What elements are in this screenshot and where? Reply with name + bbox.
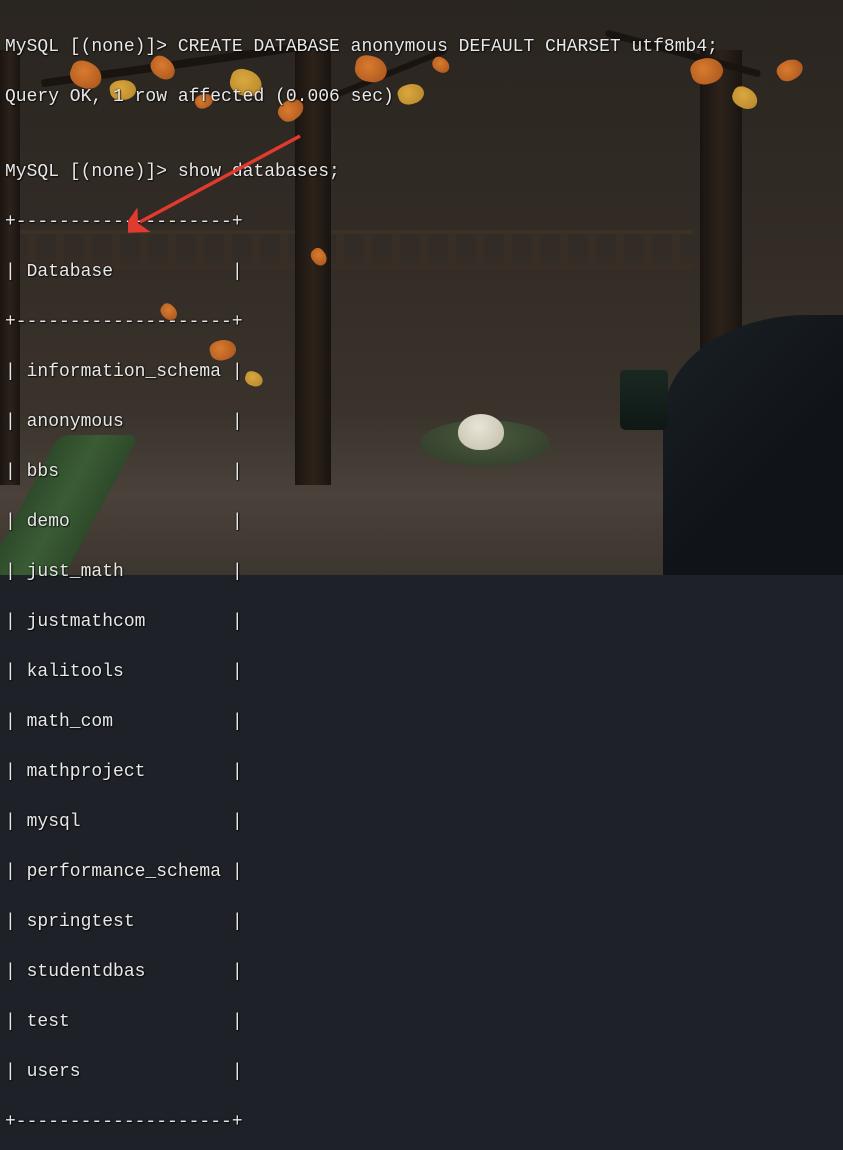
table-row: | demo | <box>5 510 838 535</box>
table-row: | studentdbas | <box>5 960 838 985</box>
mysql-prompt: MySQL [(none)]> <box>5 37 178 57</box>
table-row: | mysql | <box>5 810 838 835</box>
table-header: | Database | <box>5 260 838 285</box>
table-row: | math_com | <box>5 710 838 735</box>
table-row: | kalitools | <box>5 660 838 685</box>
prompt-line-1: MySQL [(none)]> CREATE DATABASE anonymou… <box>5 35 838 60</box>
table-border-bottom: +--------------------+ <box>5 1110 838 1135</box>
mysql-terminal[interactable]: MySQL [(none)]> CREATE DATABASE anonymou… <box>0 0 843 575</box>
table-border-mid: +--------------------+ <box>5 310 838 335</box>
table-row: | justmathcom | <box>5 610 838 635</box>
table-row: | users | <box>5 1060 838 1085</box>
show-databases-command: show databases; <box>178 162 340 182</box>
table-border-top: +--------------------+ <box>5 210 838 235</box>
table-row: | test | <box>5 1010 838 1035</box>
table-row: | mathproject | <box>5 760 838 785</box>
prompt-line-2: MySQL [(none)]> show databases; <box>5 160 838 185</box>
create-database-command: CREATE DATABASE anonymous DEFAULT CHARSE… <box>178 37 718 57</box>
table-row: | bbs | <box>5 460 838 485</box>
mysql-prompt: MySQL [(none)]> <box>5 162 178 182</box>
table-row: | information_schema | <box>5 360 838 385</box>
table-row: | just_math | <box>5 560 838 585</box>
table-row: | performance_schema | <box>5 860 838 885</box>
table-row: | springtest | <box>5 910 838 935</box>
table-row: | anonymous | <box>5 410 838 435</box>
query-result: Query OK, 1 row affected (0.006 sec) <box>5 85 838 110</box>
